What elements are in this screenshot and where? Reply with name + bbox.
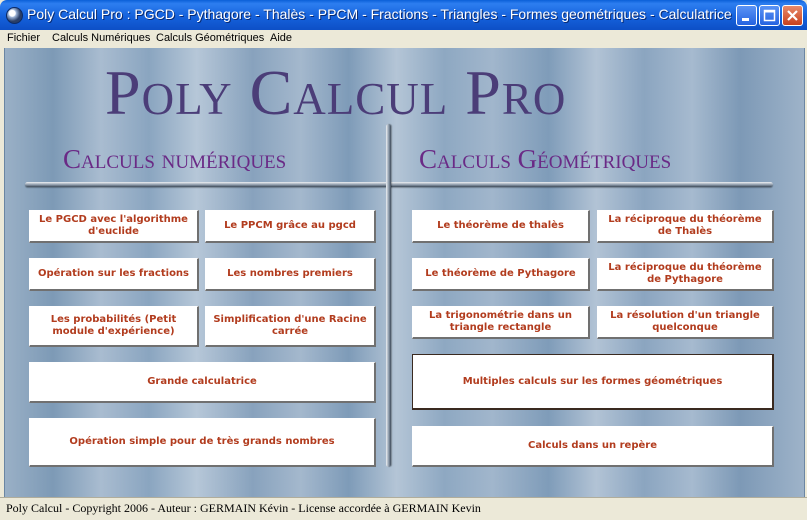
section-title-geometric: Calculs Géométriques [419, 144, 672, 174]
minimize-icon [742, 18, 749, 21]
pythagore-button[interactable]: Le théorème de Pythagore [412, 258, 590, 291]
any-triangle-button[interactable]: La résolution d'un triangle quelconque [597, 306, 774, 339]
menu-calculs-geometriques[interactable]: Calculs Géométriques [156, 32, 264, 44]
shapes-button[interactable]: Multiples calculs sur les formes géométr… [412, 354, 774, 410]
minimize-button[interactable] [736, 5, 757, 26]
thales-button[interactable]: Le théorème de thalès [412, 210, 590, 243]
menu-aide[interactable]: Aide [270, 32, 292, 44]
probabilities-button[interactable]: Les probabilités (Petit module d'expérie… [29, 306, 199, 347]
vertical-divider [386, 124, 391, 467]
title-bar[interactable]: Poly Calcul Pro : PGCD - Pythagore - Tha… [0, 0, 807, 30]
maximize-button[interactable] [759, 5, 780, 26]
calculator-button[interactable]: Grande calculatrice [29, 362, 376, 403]
close-button[interactable] [782, 5, 803, 26]
ppcm-button[interactable]: Le PPCM grâce au pgcd [205, 210, 376, 243]
close-icon [787, 10, 798, 21]
coordinates-button[interactable]: Calculs dans un repère [412, 426, 774, 467]
big-numbers-button[interactable]: Opération simple pour de très grands nom… [29, 418, 376, 467]
menu-fichier[interactable]: Fichier [7, 32, 40, 44]
status-text: Poly Calcul - Copyright 2006 - Auteur : … [6, 501, 481, 515]
pythagore-converse-button[interactable]: La réciproque du théorème de Pythagore [597, 258, 774, 291]
menu-calculs-numeriques[interactable]: Calculs Numériques [52, 32, 150, 44]
maximize-icon [763, 9, 776, 22]
primes-button[interactable]: Les nombres premiers [205, 258, 376, 291]
horizontal-divider [25, 182, 773, 187]
pgcd-button[interactable]: Le PGCD avec l'algorithme d'euclide [29, 210, 199, 243]
app-banner: Poly Calcul Pro [105, 57, 567, 128]
window-title: Poly Calcul Pro : PGCD - Pythagore - Tha… [27, 6, 732, 22]
main-panel: Poly Calcul Pro Calculs numériques Calcu… [4, 48, 805, 497]
thales-converse-button[interactable]: La réciproque du théorème de Thalès [597, 210, 774, 243]
section-title-numeric: Calculs numériques [63, 144, 287, 174]
fractions-button[interactable]: Opération sur les fractions [29, 258, 199, 291]
status-bar: Poly Calcul - Copyright 2006 - Auteur : … [0, 497, 807, 520]
menu-bar: Fichier Calculs Numériques Calculs Géomé… [0, 30, 807, 48]
trigonometry-button[interactable]: La trigonométrie dans un triangle rectan… [412, 306, 590, 339]
square-root-button[interactable]: Simplification d'une Racine carrée [205, 306, 376, 347]
app-globe-icon[interactable] [6, 7, 23, 24]
